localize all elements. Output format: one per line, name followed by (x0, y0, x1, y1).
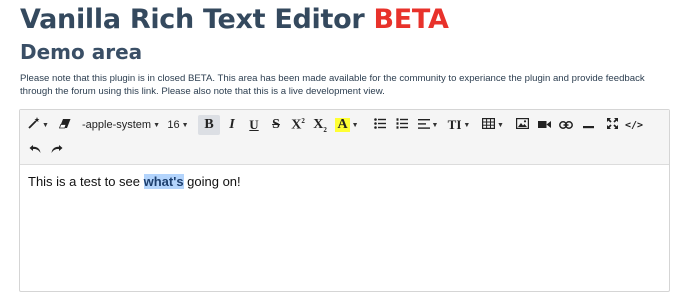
code-view-button[interactable]: </> (624, 115, 644, 135)
chevron-down-icon: ▼ (351, 121, 359, 129)
editor-content[interactable]: This is a test to see what's going on! (28, 174, 241, 189)
undo-button[interactable] (26, 140, 44, 160)
italic-icon: I (229, 117, 235, 132)
font-size-select[interactable]: 16 ▼ (166, 115, 190, 135)
underline-button[interactable]: U (244, 115, 264, 135)
magic-wand-dropdown[interactable]: ▼ (26, 115, 50, 135)
page-subtitle: Demo area (20, 40, 143, 64)
page-title: Vanilla Rich Text Editor BETA (20, 4, 449, 35)
editor-text: This is a test to see (28, 174, 144, 189)
subscript-button[interactable]: X2 (310, 115, 330, 135)
font-size-value: 16 (167, 119, 180, 131)
font-family-value: -apple-system (82, 119, 152, 131)
bold-icon: B (204, 117, 214, 132)
page-title-main: Vanilla Rich Text Editor (20, 4, 365, 35)
chevron-down-icon: ▼ (181, 121, 189, 129)
numbered-list-icon (396, 118, 408, 132)
chevron-down-icon: ▼ (153, 121, 160, 129)
redo-button[interactable] (48, 140, 66, 160)
fullscreen-button[interactable] (602, 115, 622, 135)
strikethrough-button[interactable]: S (266, 115, 286, 135)
bold-button[interactable]: B (198, 115, 220, 135)
numbered-list-button[interactable] (392, 115, 412, 135)
subscript-icon: X2 (313, 116, 327, 134)
link-icon (559, 118, 573, 132)
strikethrough-icon: S (272, 117, 280, 132)
code-icon: </> (624, 119, 644, 131)
font-color-icon: A (335, 117, 350, 132)
horizontal-rule-button[interactable] (578, 115, 598, 135)
horizontal-rule-icon (582, 118, 594, 132)
selected-text: what's (143, 174, 184, 189)
bullet-list-button[interactable] (370, 115, 390, 135)
clear-format-button[interactable] (56, 115, 74, 135)
image-button[interactable] (512, 115, 532, 135)
rich-text-editor: ▼ -apple-system ▼ 16 ▼ B I U S X2 X2 A ▼… (19, 109, 670, 292)
bullet-list-icon (374, 118, 386, 132)
undo-icon (29, 143, 41, 157)
eraser-icon (58, 118, 71, 132)
font-family-select[interactable]: -apple-system ▼ (82, 115, 160, 135)
redo-icon (51, 143, 63, 157)
notice-text: Please note that this plugin is in close… (20, 73, 645, 97)
text-height-icon: TI (447, 117, 462, 132)
chevron-down-icon: ▼ (42, 121, 49, 129)
text-size-dropdown[interactable]: TI ▼ (446, 115, 472, 135)
underline-icon: U (249, 117, 259, 132)
italic-button[interactable]: I (222, 115, 242, 135)
editor-text-end: going on! (183, 174, 241, 189)
video-button[interactable] (534, 115, 554, 135)
beta-label: BETA (373, 4, 449, 35)
align-left-icon (417, 118, 430, 132)
table-dropdown[interactable]: ▼ (480, 115, 506, 135)
font-color-dropdown[interactable]: A ▼ (334, 115, 360, 135)
table-icon (482, 118, 496, 132)
editor-toolbar: ▼ -apple-system ▼ 16 ▼ B I U S X2 X2 A ▼… (20, 110, 669, 165)
align-dropdown[interactable]: ▼ (416, 115, 440, 135)
superscript-icon: X2 (291, 116, 305, 133)
chevron-down-icon: ▼ (497, 121, 504, 129)
image-icon (515, 118, 529, 132)
magic-wand-icon (27, 117, 40, 133)
chevron-down-icon: ▼ (463, 121, 471, 129)
expand-icon (606, 118, 618, 132)
link-button[interactable] (556, 115, 576, 135)
video-icon (537, 118, 551, 132)
superscript-button[interactable]: X2 (288, 115, 308, 135)
chevron-down-icon: ▼ (431, 121, 439, 129)
